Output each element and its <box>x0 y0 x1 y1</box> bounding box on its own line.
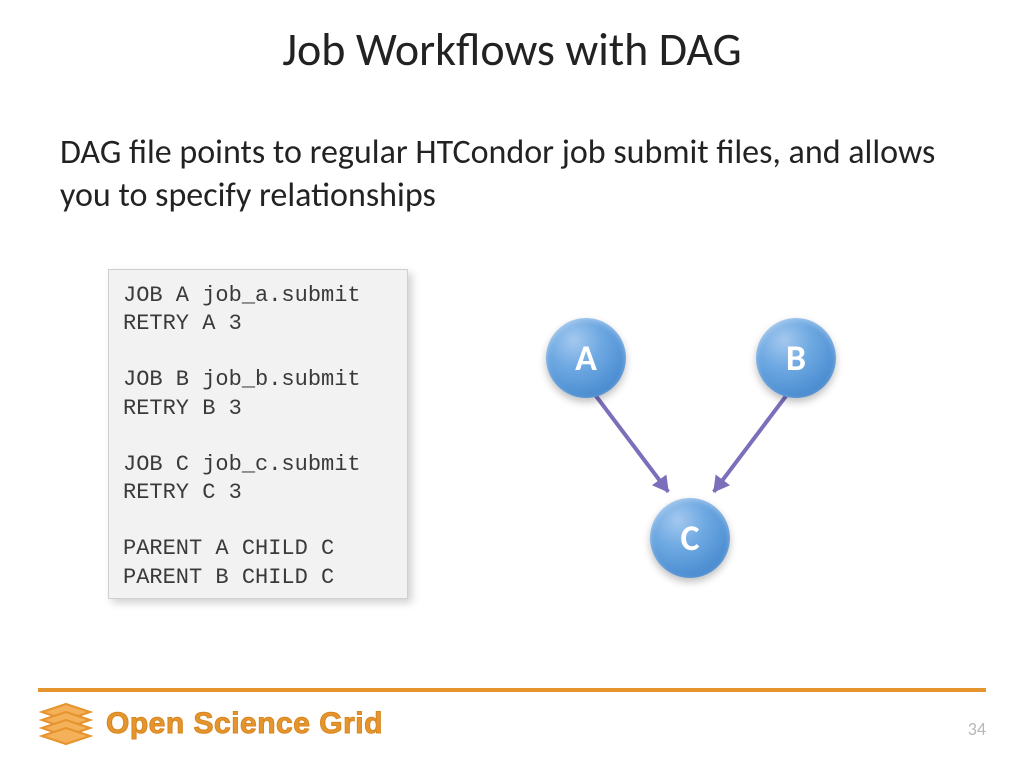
dag-code-block: JOB A job_a.submit RETRY A 3 JOB B job_b… <box>108 269 408 599</box>
node-c: C <box>650 498 730 578</box>
node-b: B <box>756 318 836 398</box>
slide: Job Workflows with DAG DAG file points t… <box>0 0 1024 768</box>
node-b-label: B <box>786 336 806 380</box>
dag-diagram: A B C <box>520 300 920 620</box>
slide-title: Job Workflows with DAG <box>0 22 1024 78</box>
arrow-b-to-c <box>712 395 787 493</box>
slide-subtitle: DAG file points to regular HTCondor job … <box>60 132 964 217</box>
node-c-label: C <box>680 516 699 560</box>
footer-divider <box>38 688 986 692</box>
stack-icon <box>38 702 94 746</box>
node-a-label: A <box>575 336 597 380</box>
page-number: 34 <box>968 718 986 740</box>
footer: Open Science Grid <box>38 702 383 746</box>
node-a: A <box>546 318 626 398</box>
arrow-a-to-c <box>594 395 669 493</box>
footer-brand-text: Open Science Grid <box>106 707 383 741</box>
